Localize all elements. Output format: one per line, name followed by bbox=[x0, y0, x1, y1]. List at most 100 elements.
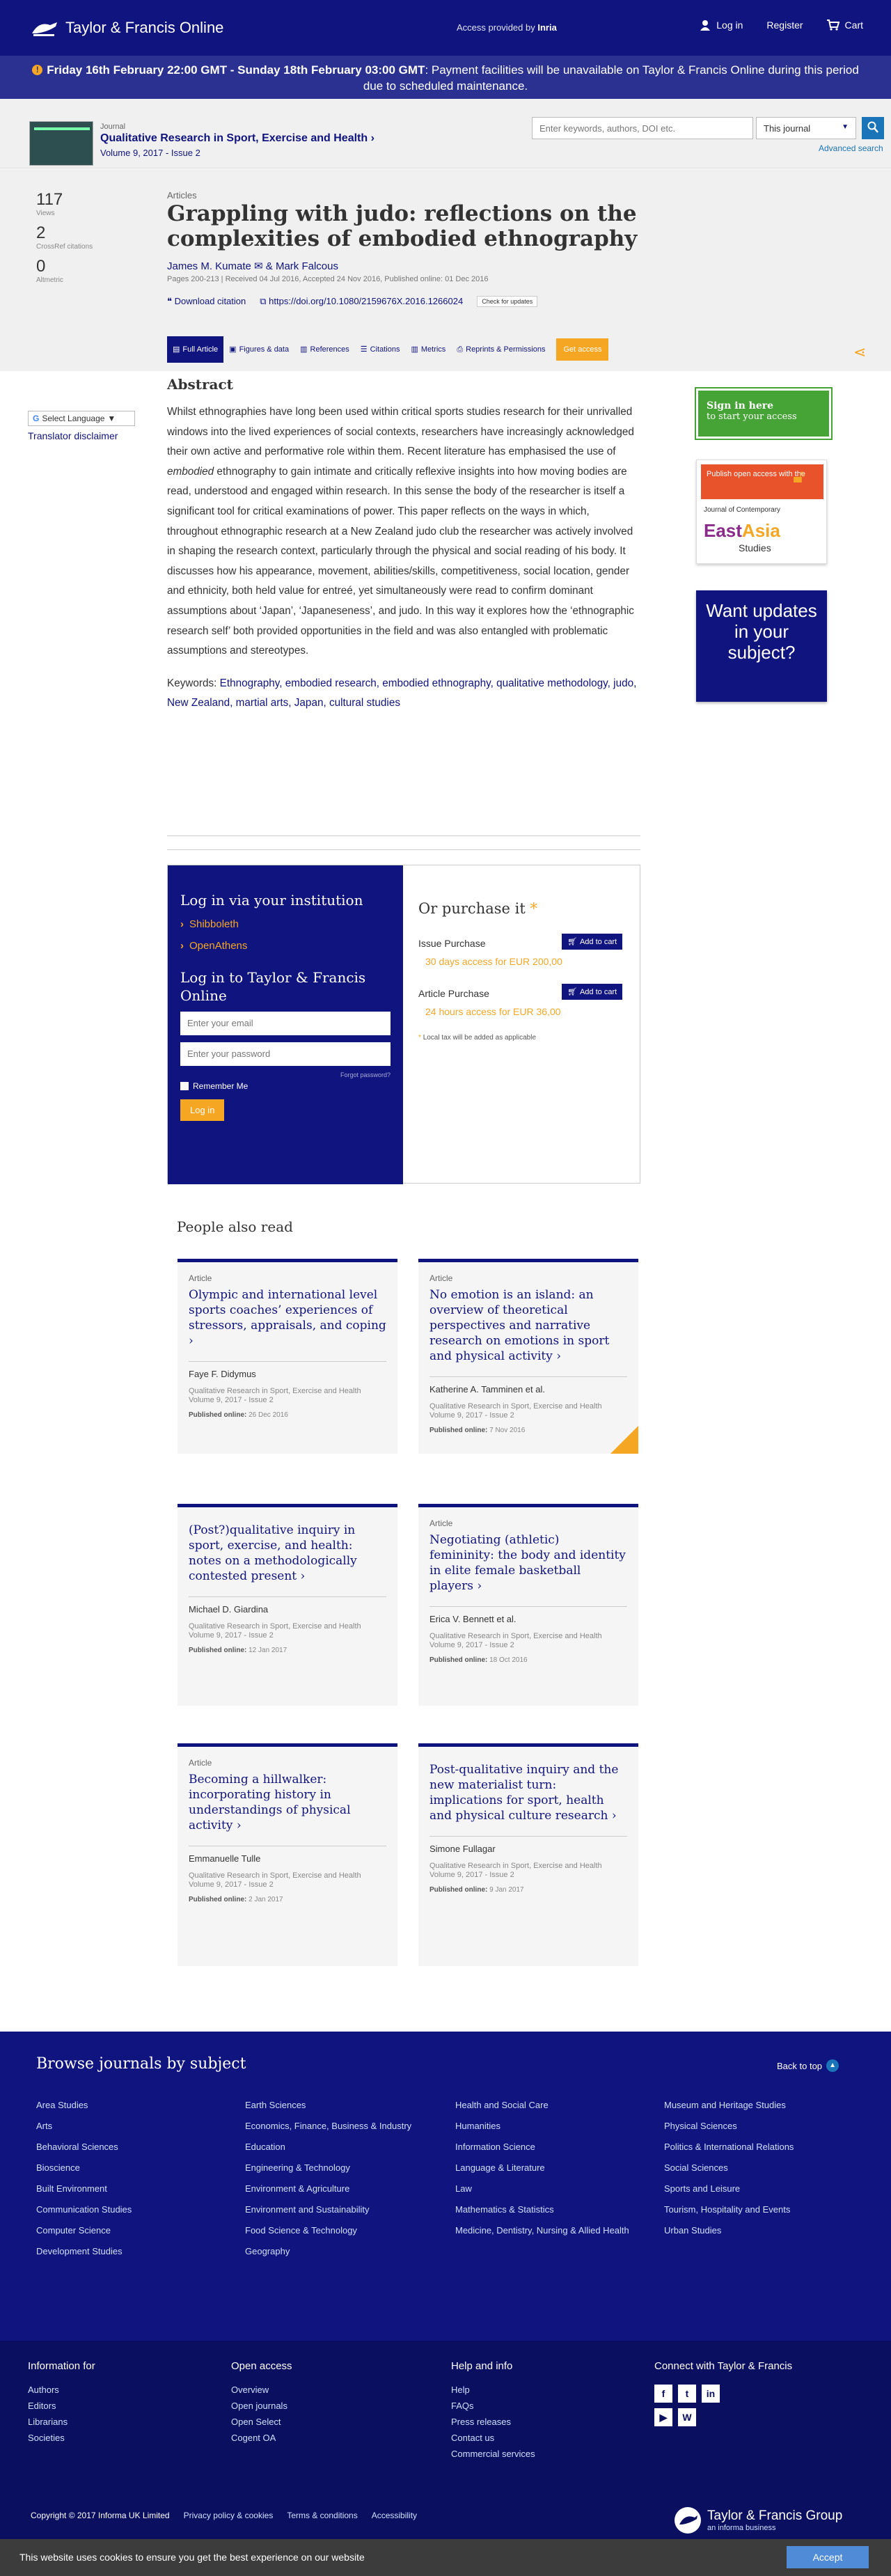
footer-link[interactable]: Open Select bbox=[231, 2417, 292, 2427]
remember-me[interactable]: Remember Me bbox=[180, 1081, 391, 1091]
subject-link[interactable]: Medicine, Dentistry, Nursing & Allied He… bbox=[455, 2225, 636, 2236]
subject-link[interactable]: Arts bbox=[36, 2121, 217, 2132]
translator-disclaimer-link[interactable]: Translator disclaimer bbox=[28, 430, 135, 441]
subject-link[interactable]: Environment and Sustainability bbox=[245, 2204, 426, 2215]
back-to-top-link[interactable]: Back to top ▲ bbox=[777, 2059, 839, 2072]
terms-link[interactable]: Terms & conditions bbox=[287, 2511, 357, 2520]
card-title[interactable]: Negotiating (athletic) femininity: the b… bbox=[429, 1532, 627, 1594]
footer-link[interactable]: Societies bbox=[28, 2433, 95, 2443]
author-link[interactable]: James M. Kumate bbox=[167, 260, 251, 272]
related-article-card[interactable]: Article Olympic and international level s… bbox=[178, 1259, 397, 1454]
twitter-icon[interactable]: t bbox=[678, 2385, 696, 2403]
related-article-card[interactable]: (Post?)qualitative inquiry in sport, exe… bbox=[178, 1504, 397, 1706]
footer-link[interactable]: Overview bbox=[231, 2385, 292, 2395]
subject-link[interactable]: Physical Sciences bbox=[664, 2121, 845, 2132]
youtube-icon[interactable]: ▶ bbox=[654, 2408, 672, 2426]
subject-link[interactable]: Information Science bbox=[455, 2142, 636, 2153]
subject-link[interactable]: Law bbox=[455, 2183, 636, 2194]
subject-link[interactable]: Health and Social Care bbox=[455, 2100, 636, 2111]
related-article-card[interactable]: Article No emotion is an island: an overv… bbox=[418, 1259, 638, 1454]
metric-altmetric[interactable]: 0 Altmetric bbox=[36, 257, 63, 284]
footer-link[interactable]: Editors bbox=[28, 2401, 95, 2411]
subject-link[interactable]: Bioscience bbox=[36, 2162, 217, 2174]
subject-link[interactable]: Computer Science bbox=[36, 2225, 217, 2236]
password-field[interactable]: Enter your password bbox=[180, 1042, 391, 1066]
subject-link[interactable]: Language & Literature bbox=[455, 2162, 636, 2174]
subject-link[interactable]: Communication Studies bbox=[36, 2204, 217, 2215]
doi-link[interactable]: ⧉ https://doi.org/10.1080/2159676X.2016.… bbox=[260, 296, 463, 307]
envelope-icon[interactable]: ✉ bbox=[254, 260, 263, 272]
card-title[interactable]: Becoming a hillwalker: incorporating his… bbox=[189, 1772, 386, 1833]
tab-metrics[interactable]: ▥ Metrics bbox=[405, 336, 451, 363]
journal-name[interactable]: Qualitative Research in Sport, Exercise … bbox=[100, 132, 374, 145]
subject-link[interactable]: Geography bbox=[245, 2246, 426, 2257]
subject-link[interactable]: Urban Studies bbox=[664, 2225, 845, 2236]
shibboleth-link[interactable]: › Shibboleth bbox=[180, 918, 391, 930]
get-access-button[interactable]: Get access bbox=[556, 338, 609, 361]
card-title[interactable]: (Post?)qualitative inquiry in sport, exe… bbox=[189, 1523, 386, 1584]
footer-link[interactable]: Contact us bbox=[451, 2433, 535, 2443]
weibo-icon[interactable]: W bbox=[678, 2408, 696, 2426]
accessibility-link[interactable]: Accessibility bbox=[372, 2511, 417, 2520]
footer-link[interactable]: Press releases bbox=[451, 2417, 535, 2427]
advanced-search-link[interactable]: Advanced search bbox=[819, 143, 883, 153]
open-access-ad[interactable]: Publish open access with the 🔓︎ Journal … bbox=[696, 460, 827, 564]
footer-link[interactable]: Help bbox=[451, 2385, 535, 2395]
footer-link[interactable]: Authors bbox=[28, 2385, 95, 2395]
subject-link[interactable]: Behavioral Sciences bbox=[36, 2142, 217, 2153]
subject-link[interactable]: Politics & International Relations bbox=[664, 2142, 845, 2153]
journal-cover[interactable] bbox=[29, 121, 93, 166]
forgot-password-link[interactable]: Forgot password? bbox=[180, 1071, 391, 1078]
login-link[interactable]: Log in bbox=[700, 19, 743, 31]
accept-cookies-button[interactable]: Accept bbox=[787, 2546, 869, 2568]
subject-link[interactable]: Sports and Leisure bbox=[664, 2183, 845, 2194]
author-link[interactable]: & Mark Falcous bbox=[266, 260, 338, 272]
footer-link[interactable]: Commercial services bbox=[451, 2449, 535, 2459]
subject-link[interactable]: Economics, Finance, Business & Industry bbox=[245, 2121, 426, 2132]
language-select[interactable]: G Select Language ▼ bbox=[28, 411, 135, 426]
subject-link[interactable]: Social Sciences bbox=[664, 2162, 845, 2174]
check-for-updates-badge[interactable]: Check for updates bbox=[477, 296, 538, 307]
openathens-link[interactable]: › OpenAthens bbox=[180, 940, 391, 952]
footer-link[interactable]: FAQs bbox=[451, 2401, 535, 2411]
subject-link[interactable]: Food Science & Technology bbox=[245, 2225, 426, 2236]
metric-crossref[interactable]: 2 CrossRef citations bbox=[36, 223, 93, 251]
tab-figures[interactable]: ▣ Figures & data bbox=[223, 336, 294, 363]
footer-link[interactable]: Cogent OA bbox=[231, 2433, 292, 2443]
related-article-card[interactable]: Article Becoming a hillwalker: incorporat… bbox=[178, 1743, 397, 1966]
search-scope-select[interactable]: This journal ▼ bbox=[756, 117, 856, 139]
subject-link[interactable]: Environment & Agriculture bbox=[245, 2183, 426, 2194]
download-citation-link[interactable]: ❝ Download citation bbox=[167, 296, 246, 307]
updates-ad[interactable]: Want updates in your subject? bbox=[696, 590, 827, 702]
register-link[interactable]: Register bbox=[766, 19, 803, 31]
tab-references[interactable]: ▥ References bbox=[294, 336, 355, 363]
subject-link[interactable]: Earth Sciences bbox=[245, 2100, 426, 2111]
journal-volume[interactable]: Volume 9, 2017 - Issue 2 bbox=[100, 148, 200, 158]
footer-link[interactable]: Librarians bbox=[28, 2417, 95, 2427]
add-to-cart-button[interactable]: 🛒︎ Add to cart bbox=[562, 984, 623, 1000]
search-input[interactable]: Enter keywords, authors, DOI etc. bbox=[532, 117, 753, 139]
subject-link[interactable]: Built Environment bbox=[36, 2183, 217, 2194]
subject-link[interactable]: Engineering & Technology bbox=[245, 2162, 426, 2174]
remember-me-checkbox[interactable] bbox=[180, 1082, 189, 1090]
linkedin-icon[interactable]: in bbox=[702, 2385, 720, 2403]
tab-full-article[interactable]: ▤ Full Article bbox=[167, 336, 224, 363]
tab-reprints[interactable]: ⎙ Reprints & Permissions bbox=[451, 336, 551, 363]
subject-link[interactable]: Area Studies bbox=[36, 2100, 217, 2111]
site-logo[interactable]: Taylor & Francis Online bbox=[29, 18, 223, 38]
tf-group-logo[interactable]: Taylor & Francis Group an informa busines… bbox=[674, 2506, 842, 2534]
subject-link[interactable]: Development Studies bbox=[36, 2246, 217, 2257]
share-icon[interactable]: ⋖ bbox=[853, 343, 866, 361]
subject-link[interactable]: Museum and Heritage Studies bbox=[664, 2100, 845, 2111]
subject-link[interactable]: Education bbox=[245, 2142, 426, 2153]
card-title[interactable]: Post-qualitative inquiry and the new mat… bbox=[429, 1762, 627, 1823]
facebook-icon[interactable]: f bbox=[654, 2385, 672, 2403]
email-field[interactable]: Enter your email bbox=[180, 1012, 391, 1035]
keyword-links[interactable]: Ethnography, embodied research, embodied… bbox=[167, 677, 636, 709]
privacy-link[interactable]: Privacy policy & cookies bbox=[184, 2511, 274, 2520]
tab-citations[interactable]: ☰ Citations bbox=[355, 336, 406, 363]
footer-link[interactable]: Open journals bbox=[231, 2401, 292, 2411]
subject-link[interactable]: Humanities bbox=[455, 2121, 636, 2132]
subject-link[interactable]: Tourism, Hospitality and Events bbox=[664, 2204, 845, 2215]
sign-in-ad[interactable]: Sign in here to start your access bbox=[695, 387, 833, 440]
